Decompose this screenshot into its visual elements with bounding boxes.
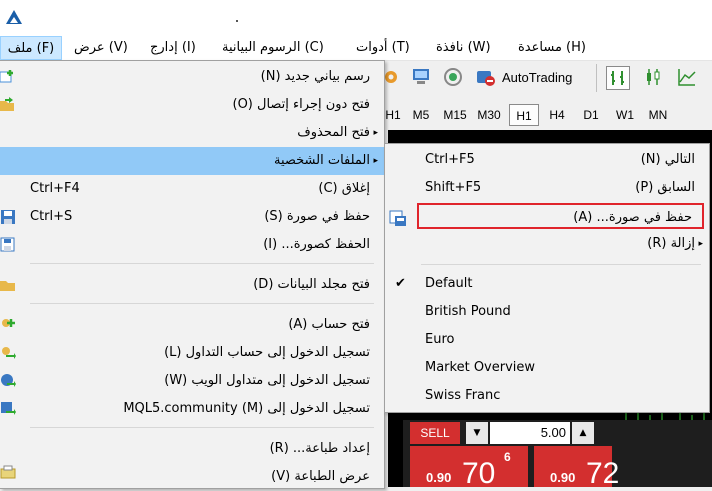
menu-item-label: إغلاق (C) bbox=[318, 181, 370, 196]
sell-button[interactable]: SELL bbox=[410, 422, 460, 444]
menu-item-open-account[interactable]: فتح حساب (A) bbox=[0, 311, 384, 339]
menu-insert[interactable]: إدارج (I) bbox=[150, 36, 210, 60]
menu-item-profile-british-pound[interactable]: British Pound bbox=[385, 298, 709, 326]
buy-price-big: 72 bbox=[586, 457, 620, 490]
menu-item-profile-market-overview[interactable]: Market Overview bbox=[385, 354, 709, 382]
timeframe-d1[interactable]: D1 bbox=[576, 104, 606, 126]
menu-item-profile-swiss-franc[interactable]: Swiss Franc bbox=[385, 382, 709, 410]
menu-item-login-mql5[interactable]: تسجيل الدخول إلى MQL5.community (M) bbox=[0, 395, 384, 423]
menu-item-next-profile[interactable]: Ctrl+F5 التالي (N) bbox=[385, 146, 709, 174]
menu-item-close[interactable]: Ctrl+F4 إغلاق (C) bbox=[0, 175, 384, 203]
lot-decrease-button[interactable]: ▼ bbox=[466, 422, 488, 444]
timeframe-m30[interactable]: M30 bbox=[474, 104, 504, 126]
timeframe-h4[interactable]: H4 bbox=[542, 104, 572, 126]
sell-price-box[interactable]: 0.90 70 6 bbox=[410, 446, 528, 490]
menu-item-label: السابق (P) bbox=[635, 180, 695, 195]
menu-item-label: إعداد طباعة... (R) bbox=[269, 441, 370, 456]
menu-window[interactable]: نافذة (W) bbox=[436, 36, 502, 60]
sell-price-sup: 6 bbox=[504, 450, 511, 464]
menu-item-label: Euro bbox=[425, 332, 455, 347]
sell-price-big: 70 bbox=[462, 457, 496, 490]
menu-view[interactable]: عرض (V) bbox=[74, 36, 136, 60]
menu-bar: ملف (F) عرض (V) إدارج (I) الرسوم البياني… bbox=[0, 36, 712, 61]
menu-item-label: Default bbox=[425, 276, 473, 291]
menu-item-label: فتح دون إجراء إتصال (O) bbox=[232, 97, 370, 112]
toolbar-computer-icon[interactable] bbox=[410, 66, 432, 88]
menu-file[interactable]: ملف (F) bbox=[0, 36, 62, 60]
autotrading-button[interactable]: AutoTrading bbox=[502, 64, 572, 92]
timeframe-m15[interactable]: M15 bbox=[440, 104, 470, 126]
timeframe-h1[interactable]: H1 bbox=[509, 104, 539, 126]
submenu-arrow-icon: ▸ bbox=[373, 156, 378, 166]
menu-item-open-data-folder[interactable]: فتح مجلد البيانات (D) bbox=[0, 271, 384, 299]
sell-price-small: 0.90 bbox=[426, 470, 452, 485]
lot-size-input[interactable]: 5.00 bbox=[490, 422, 570, 444]
menu-separator bbox=[30, 427, 374, 428]
menu-item-label: حفظ في صورة (S) bbox=[264, 209, 370, 224]
menu-tools[interactable]: أدوات (T) bbox=[356, 36, 416, 60]
menu-item-save[interactable]: Ctrl+S حفظ في صورة (S) bbox=[0, 203, 384, 231]
buy-price-box[interactable]: 0.90 72 bbox=[534, 446, 619, 490]
save-profile-icon bbox=[389, 210, 406, 226]
menu-item-label: تسجيل الدخول إلى حساب التداول (L) bbox=[164, 345, 370, 360]
menu-item-label: تسجيل الدخول إلى MQL5.community (M) bbox=[123, 401, 370, 416]
title-bar bbox=[0, 0, 712, 36]
toolbar-signal-icon[interactable] bbox=[442, 66, 464, 88]
menu-item-label: تسجيل الدخول إلى متداول الويب (W) bbox=[164, 373, 370, 388]
menu-item-shortcut: Ctrl+S bbox=[30, 209, 73, 224]
menu-item-remove-profile[interactable]: إزالة (R) ▸ bbox=[385, 230, 709, 258]
menu-item-label: التالي (N) bbox=[640, 152, 695, 167]
file-menu: رسم بياني جديد (N) فتح دون إجراء إتصال (… bbox=[0, 60, 385, 489]
toolbar-divider bbox=[596, 64, 597, 92]
menu-charts[interactable]: الرسوم البيانية (C) bbox=[222, 36, 342, 60]
menu-item-profile-euro[interactable]: Euro bbox=[385, 326, 709, 354]
menu-item-label: فتح حساب (A) bbox=[288, 317, 370, 332]
menu-item-shortcut: Ctrl+F4 bbox=[30, 181, 80, 196]
submenu-arrow-icon: ▸ bbox=[698, 239, 703, 249]
buy-price-small: 0.90 bbox=[550, 470, 576, 485]
menu-item-new-chart[interactable]: رسم بياني جديد (N) bbox=[0, 63, 384, 91]
menu-item-label: Market Overview bbox=[425, 360, 536, 375]
menu-item-shortcut: Shift+F5 bbox=[425, 180, 482, 195]
menu-item-open-offline[interactable]: فتح دون إجراء إتصال (O) bbox=[0, 91, 384, 119]
bar-chart-icon[interactable] bbox=[606, 66, 630, 90]
timeframe-m5[interactable]: M5 bbox=[406, 104, 436, 126]
menu-item-shortcut: Ctrl+F5 bbox=[425, 152, 475, 167]
candlestick-icon[interactable] bbox=[642, 66, 664, 88]
menu-item-label: رسم بياني جديد (N) bbox=[260, 69, 370, 84]
menu-item-save-as-picture[interactable]: الحفظ كصورة... (I) bbox=[0, 231, 384, 259]
menu-item-label: فتح مجلد البيانات (D) bbox=[253, 277, 370, 292]
submenu-arrow-icon: ▸ bbox=[373, 128, 378, 138]
menu-separator bbox=[30, 303, 374, 304]
menu-item-label: الملفات الشخصية bbox=[273, 153, 370, 168]
menu-item-label: فتح المحذوف bbox=[297, 125, 370, 140]
menu-item-open-deleted[interactable]: فتح المحذوف ▸ bbox=[0, 119, 384, 147]
checkmark-icon: ✔ bbox=[395, 276, 406, 291]
title-dot bbox=[236, 20, 238, 22]
menu-item-login-web-trader[interactable]: تسجيل الدخول إلى متداول الويب (W) bbox=[0, 367, 384, 395]
menu-item-profiles[interactable]: الملفات الشخصية ▸ bbox=[0, 147, 384, 175]
menu-item-print-setup[interactable]: إعداد طباعة... (R) bbox=[0, 435, 384, 463]
menu-item-label: الحفظ كصورة... (I) bbox=[263, 237, 370, 252]
menu-item-label: Swiss Franc bbox=[425, 388, 501, 403]
menu-item-label: إزالة (R) bbox=[647, 236, 695, 251]
line-chart-icon[interactable] bbox=[676, 66, 698, 88]
menu-help[interactable]: مساعدة (H) bbox=[518, 36, 598, 60]
menu-item-profile-default[interactable]: ✔ Default bbox=[385, 270, 709, 298]
autotrading-icon[interactable] bbox=[474, 66, 496, 88]
logo-inner bbox=[10, 17, 18, 23]
menu-item-label: حفظ في صورة... (A) bbox=[573, 210, 692, 225]
menu-item-save-profile-as[interactable]: حفظ في صورة... (A) bbox=[417, 203, 704, 229]
menu-item-label: British Pound bbox=[425, 304, 511, 319]
menu-item-previous-profile[interactable]: Shift+F5 السابق (P) bbox=[385, 174, 709, 202]
profiles-submenu: Ctrl+F5 التالي (N) Shift+F5 السابق (P) ح… bbox=[384, 143, 710, 413]
menu-separator bbox=[30, 263, 374, 264]
lot-increase-button[interactable]: ▲ bbox=[572, 422, 594, 444]
timeframe-w1[interactable]: W1 bbox=[610, 104, 640, 126]
timeframe-mn[interactable]: MN bbox=[643, 104, 673, 126]
menu-separator bbox=[421, 264, 701, 265]
menu-item-login-trade-account[interactable]: تسجيل الدخول إلى حساب التداول (L) bbox=[0, 339, 384, 367]
